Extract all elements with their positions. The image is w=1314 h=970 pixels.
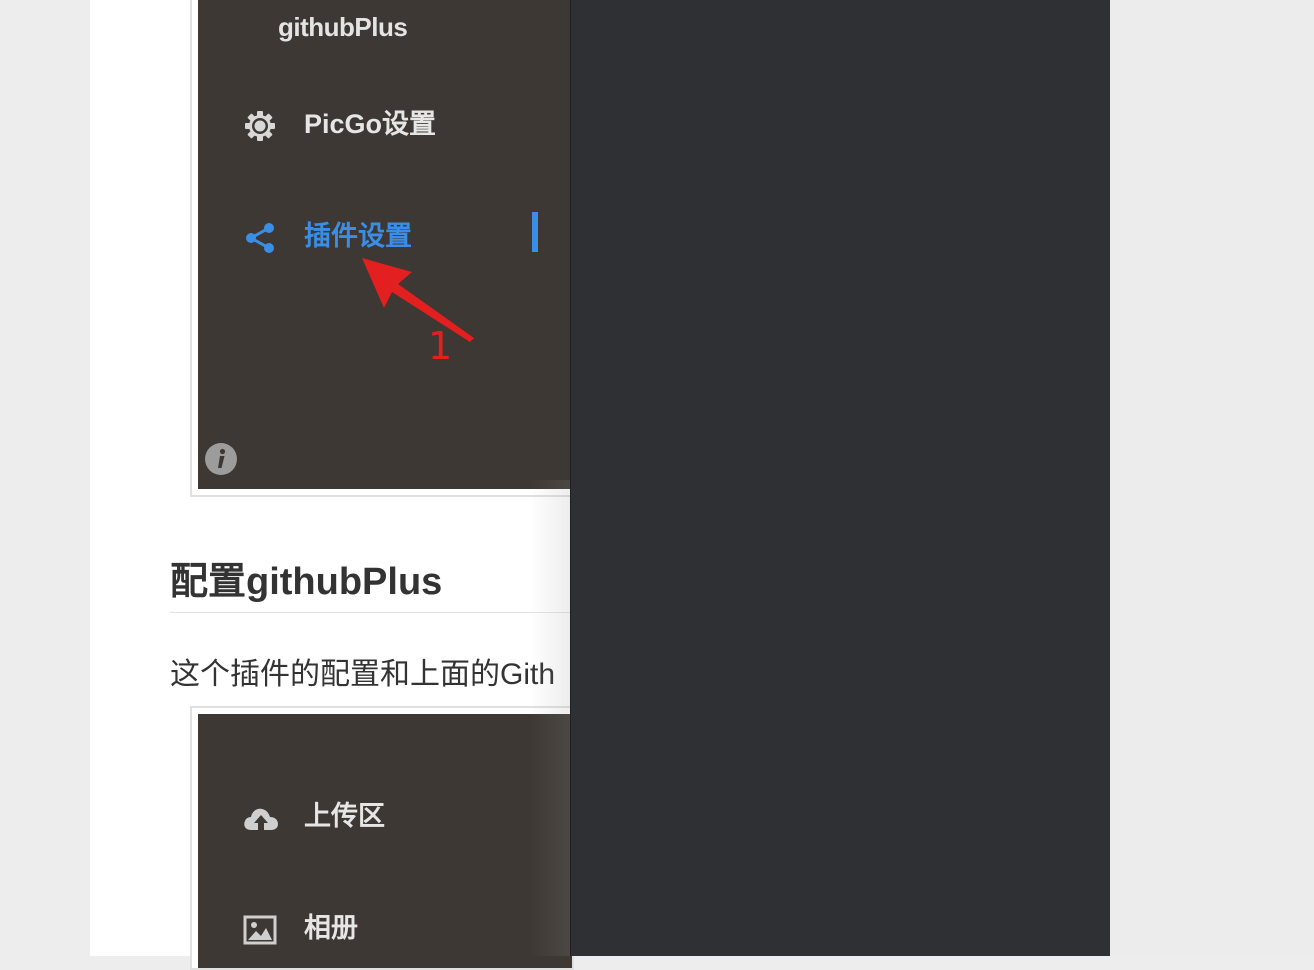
- picgo-sidebar-title: githubPlus: [278, 12, 408, 42]
- menu-item-upload-area: 上传区: [242, 796, 542, 836]
- article-pane: githubPlus PicGo设置 插件设置 1 配置githubPlus 这…: [90, 0, 660, 970]
- gear-icon: [242, 108, 278, 144]
- screenshot-image-picgo-upload: 上传区 相册: [190, 706, 574, 970]
- article-paragraph: 这个插件的配置和上面的Gith: [170, 658, 556, 691]
- menu-item-label: 相册: [304, 913, 358, 943]
- image-icon: [242, 912, 278, 948]
- right-gutter: [1110, 0, 1314, 956]
- picgo-sidebar: githubPlus PicGo设置 插件设置 1: [198, 0, 572, 489]
- picgo-sidebar-2: 上传区 相册: [198, 714, 572, 968]
- section-heading: 配置githubPlus: [170, 561, 443, 603]
- share-icon: [242, 220, 278, 256]
- heading-divider: [170, 612, 570, 613]
- menu-item-album: 相册: [242, 908, 542, 948]
- menu-item-label: 上传区: [304, 801, 385, 831]
- annotation-number: 1: [428, 324, 453, 368]
- menu-item-picgo-settings: PicGo设置: [242, 104, 542, 144]
- menu-item-label: PicGo设置: [304, 109, 437, 139]
- info-icon: [204, 442, 238, 476]
- screenshot-image-picgo-menu: githubPlus PicGo设置 插件设置 1: [190, 0, 574, 497]
- cloud-upload-icon: [242, 800, 278, 836]
- active-indicator-bar: [532, 212, 538, 252]
- annotation-arrow: [362, 258, 474, 342]
- overlay-dark-panel: [570, 0, 1111, 956]
